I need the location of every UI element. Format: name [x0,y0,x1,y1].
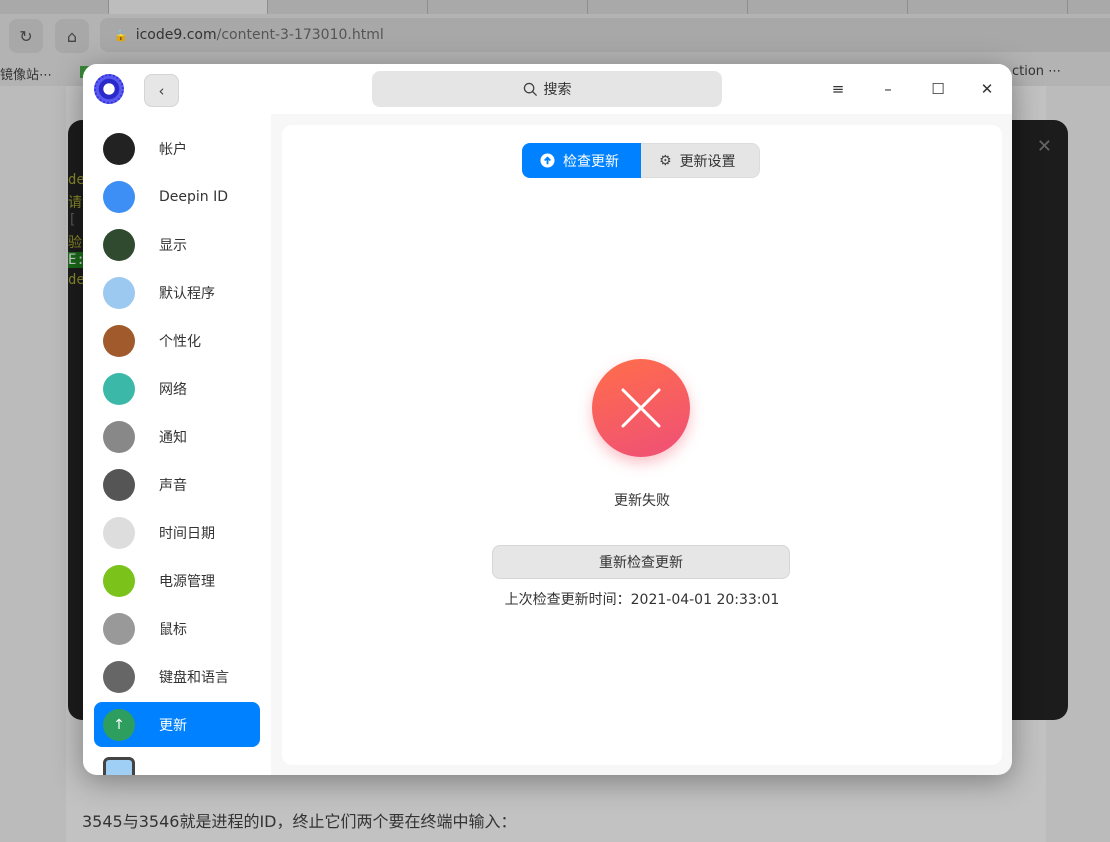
mouse-icon [103,612,135,645]
close-button[interactable]: ✕ [972,76,1002,102]
sidebar: 帐户 Deepin ID 显示默认程序个性化网络通知声音时间日期电源管理鼠标键盘和语… [83,114,271,775]
browser-tab-strip [0,0,1110,14]
sidebar-item-label: 电源管理 [159,573,215,590]
tab-label: 更新设置 [679,153,736,170]
control-center-window: ‹ 搜索 ≡ – ☐ ✕ 帐户 Deepin ID 显示默认程序个性化网络通知声音时… [83,64,1012,775]
sidebar-item[interactable]: 时间日期 [94,510,260,555]
sidebar-item-label: Deepin ID [159,188,229,205]
sidebar-item-label: 个性化 [159,333,201,350]
url-path: /content-3-173010.html [216,27,384,43]
url-host: icode9.com [135,27,217,43]
minimize-button[interactable]: – [873,76,903,102]
address-bar[interactable]: 🔒 icode9.com/content-3-173010.html [100,18,1110,52]
sidebar-item[interactable]: Deepin ID [94,174,260,219]
sidebar-item-label: 更新 [159,717,187,734]
update-tabs: 检查更新 ⚙ 更新设置 [522,143,760,178]
titlebar: ‹ 搜索 ≡ – ☐ ✕ [83,64,1012,114]
default-apps-icon [103,276,135,309]
sidebar-item[interactable]: 网络 [94,366,260,411]
browser-tab[interactable] [428,0,588,14]
browser-tab[interactable] [588,0,748,14]
reload-icon: ↻ [19,26,33,46]
recheck-button[interactable]: 重新检查更新 [492,545,790,579]
sidebar-item[interactable]: 声音 [94,462,260,507]
sidebar-item-label: 网络 [159,381,187,398]
browser-tab[interactable] [748,0,908,14]
update-status: 更新失败 [614,493,670,509]
browser-tab[interactable] [908,0,1068,14]
palette-icon [103,324,135,357]
browser-tab[interactable] [0,0,110,14]
menu-icon: ≡ [831,80,845,98]
close-icon: ✕ [980,80,994,98]
chevron-left-icon: ‹ [158,81,165,100]
terminal-line: 请 [68,195,82,211]
tab-label: 检查更新 [563,153,619,170]
keyboard-icon [103,660,135,693]
sidebar-item[interactable]: 鼠标 [94,606,260,651]
reload-button[interactable]: ↻ [9,19,43,53]
sidebar-item[interactable]: 电源管理 [94,558,260,603]
gear-icon: ⚙ [659,152,672,169]
home-icon: ⌂ [66,26,78,46]
account-icon [103,132,135,165]
clock-icon [103,516,135,549]
sidebar-item-label: 声音 [159,477,187,494]
tab-update-settings[interactable]: ⚙ 更新设置 [641,143,760,178]
sidebar-item-label: 通知 [159,429,187,446]
article-text: 3545与3546就是进程的ID，终止它们两个要在终端中输入： [82,812,517,831]
sidebar-item-label: 鼠标 [159,621,187,638]
display-icon [103,228,135,261]
minimize-icon: – [884,80,892,98]
sidebar-item-label: 时间日期 [159,525,215,542]
speaker-icon [103,468,135,501]
arrow-up-circle-icon [540,153,555,168]
battery-icon [103,564,135,597]
maximize-button[interactable]: ☐ [923,76,953,102]
cloud-icon [103,180,135,213]
network-icon [103,372,135,405]
update-failed-icon [592,359,690,457]
app-logo-icon [94,74,124,104]
maximize-icon: ☐ [931,80,945,98]
sidebar-item-label: 默认程序 [159,285,215,302]
search-icon [523,82,537,96]
browser-tab-active[interactable] [108,0,268,14]
sidebar-item[interactable]: 默认程序 [94,270,260,315]
update-arrow-icon: ↑ [103,708,135,741]
search-input[interactable]: 搜索 [372,71,722,107]
menu-button[interactable]: ≡ [823,76,853,102]
close-icon[interactable]: ✕ [1037,136,1052,157]
bell-icon [103,420,135,453]
sidebar-item-label: 帐户 [159,141,187,158]
sidebar-item[interactable]: 键盘和语言 [94,654,260,699]
sidebar-item[interactable]: 显示 [94,222,260,267]
bookmark-item[interactable]: 镜像站⋯ [0,64,52,83]
sidebar-item[interactable]: 个性化 [94,318,260,363]
update-panel: 检查更新 ⚙ 更新设置 更新失败 重新检查更新 上次检查更新时间：2021-04… [282,125,1002,765]
tab-check-update[interactable]: 检查更新 [522,143,641,178]
sidebar-item[interactable]: ↑ 更新 [94,702,260,747]
sidebar-item[interactable]: 帐户 [94,126,260,171]
sidebar-item-partial[interactable] [94,750,260,775]
search-placeholder: 搜索 [543,82,572,98]
lock-icon: 🔒 [114,28,128,42]
bookmark-item[interactable]: ction ⋯ [1012,64,1061,79]
terminal-line: 验 [68,235,82,251]
browser-navbar: ↻ ⌂ 🔒 icode9.com/content-3-173010.html [0,14,1110,60]
back-button[interactable]: ‹ [144,74,179,107]
browser-tab[interactable] [268,0,428,14]
system-info-icon [103,756,135,775]
sidebar-item[interactable]: 通知 [94,414,260,459]
home-button[interactable]: ⌂ [55,19,89,53]
sidebar-item-label: 键盘和语言 [159,669,229,686]
sidebar-item-label: 显示 [159,237,187,254]
last-check-time: 上次检查更新时间：2021-04-01 20:33:01 [504,592,780,608]
